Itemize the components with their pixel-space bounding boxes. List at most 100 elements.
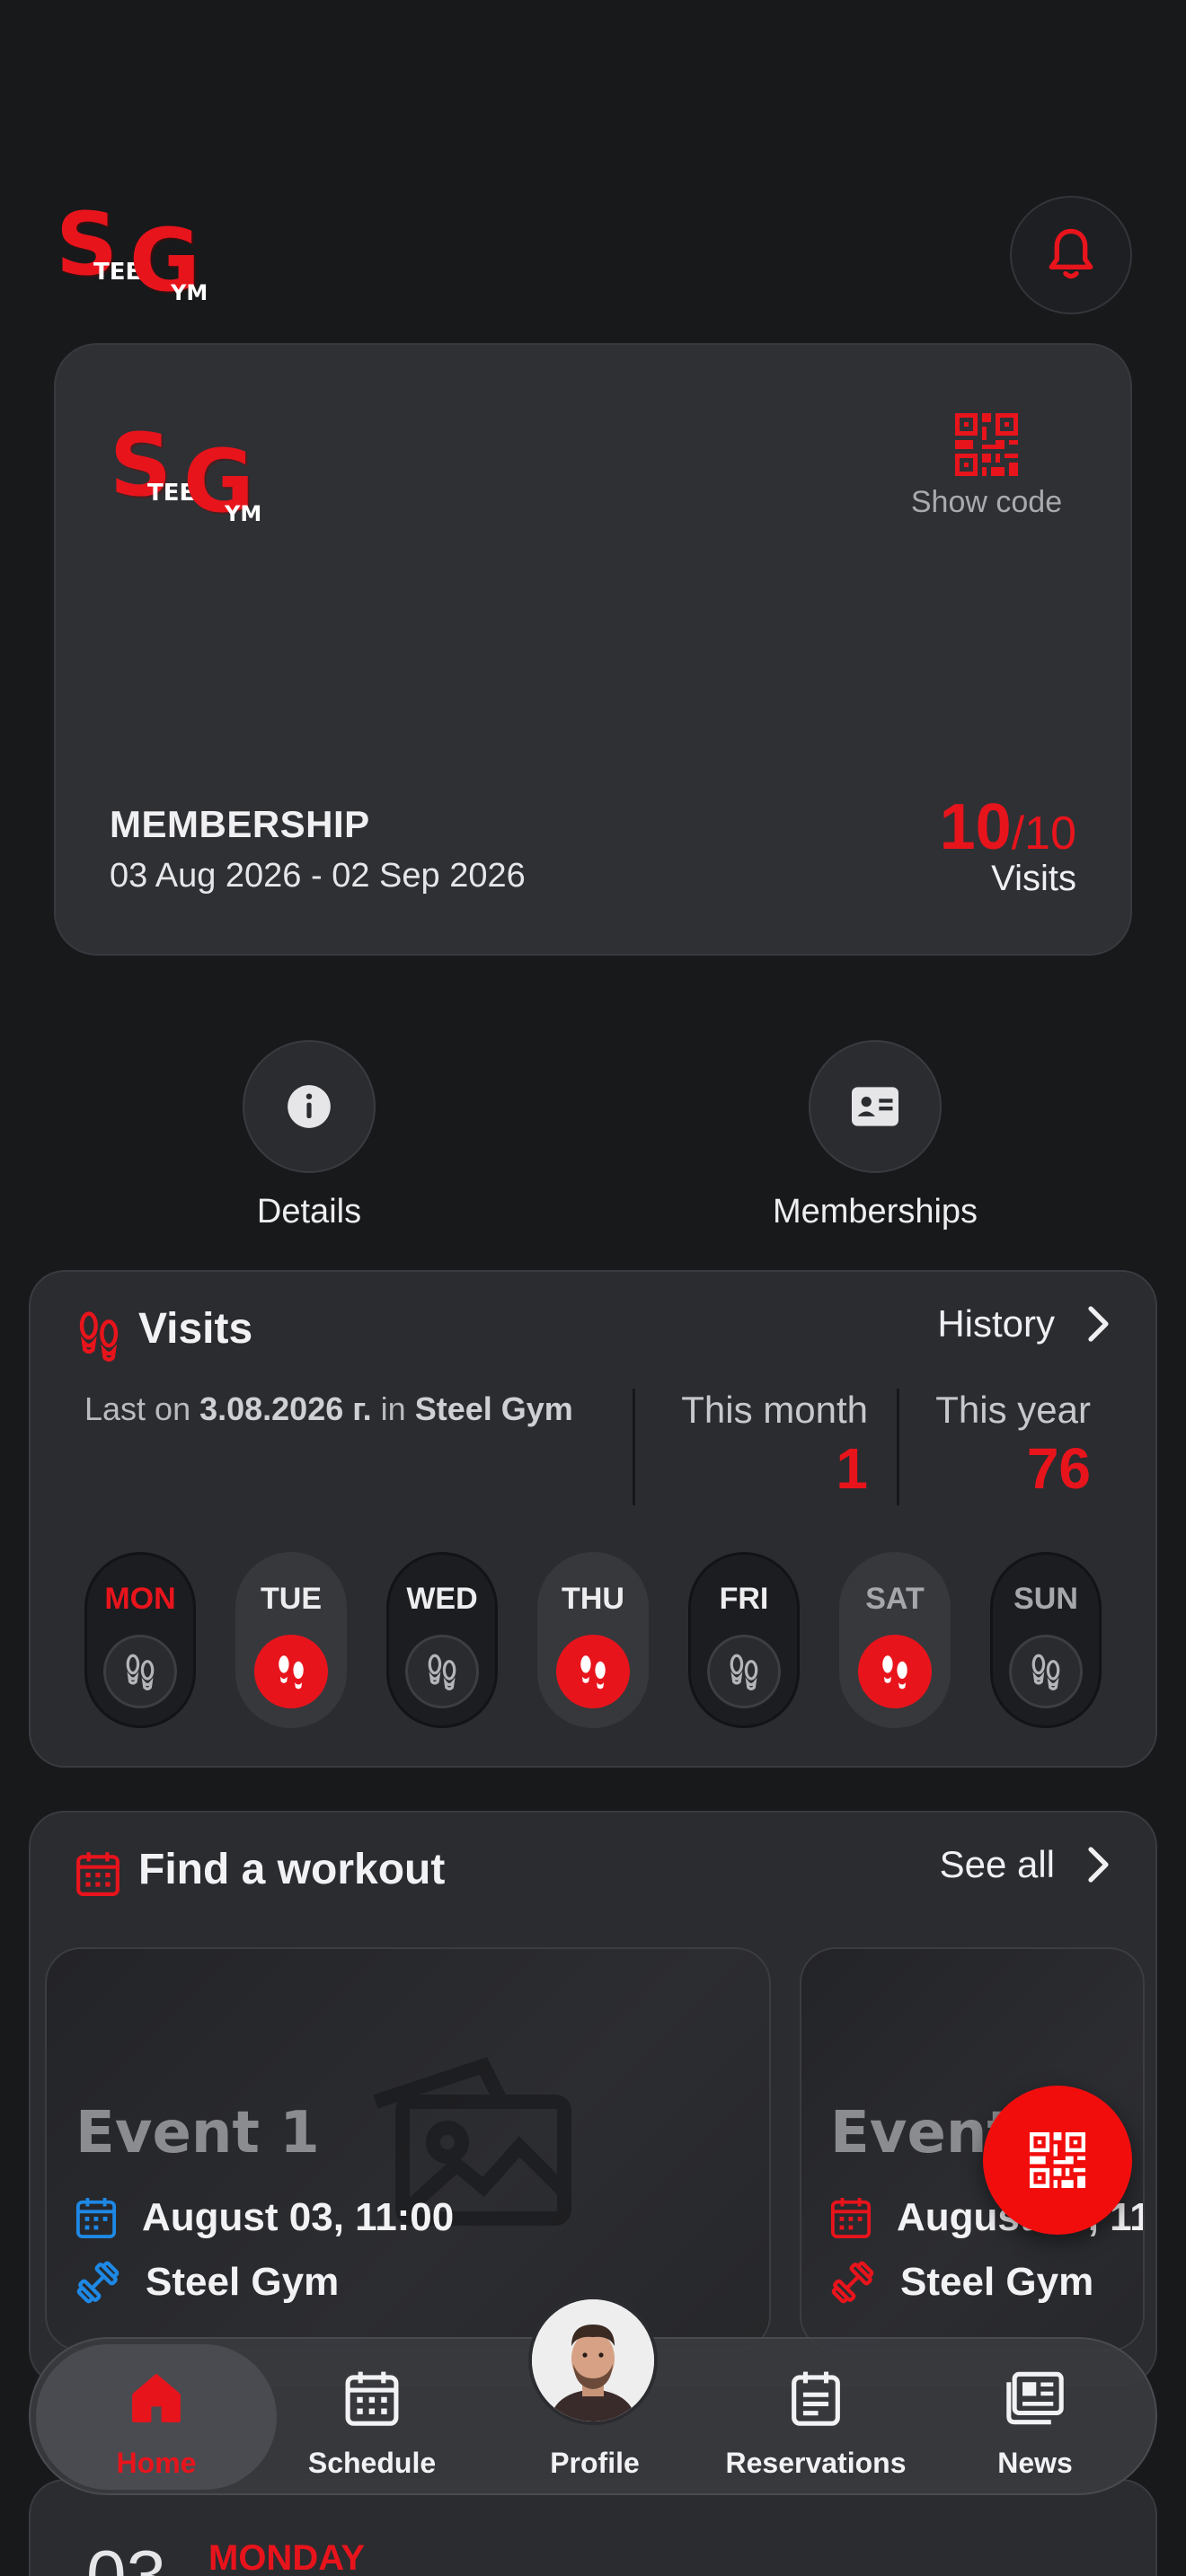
nav-label: Reservations (725, 2447, 907, 2479)
event-location: Steel Gym (830, 2260, 1093, 2305)
calendar-icon (345, 2371, 399, 2426)
visits-label: Visits (991, 859, 1076, 898)
see-all-label: See all (939, 1843, 1055, 1885)
day-label: MON (104, 1582, 176, 1616)
footprints-icon (556, 1635, 630, 1708)
day-tue: TUE (235, 1552, 347, 1728)
event-datetime-text: August 03, 11:00 (142, 2195, 455, 2239)
details-label: Details (256, 1193, 362, 1231)
this-month-label: This month (681, 1389, 868, 1431)
last-on-prefix: Last on (84, 1390, 200, 1427)
scan-qr-fab[interactable] (983, 2086, 1132, 2235)
nav-label: Profile (550, 2447, 640, 2479)
footprints-icon (1009, 1635, 1083, 1708)
nav-news[interactable]: News (931, 2339, 1139, 2497)
calendar-icon (75, 2197, 117, 2238)
event-location-text: Steel Gym (146, 2260, 340, 2304)
bell-icon (1049, 228, 1093, 279)
profile-photo (532, 2299, 654, 2422)
this-month-stat: This month 1 (681, 1389, 868, 1502)
footprints-icon (254, 1635, 328, 1708)
schedule-date: 03 (86, 2536, 166, 2576)
nav-home[interactable]: Home (49, 2339, 264, 2497)
info-icon (288, 1085, 331, 1128)
event-location: Steel Gym (75, 2260, 339, 2305)
day-label: SUN (1013, 1582, 1078, 1616)
dumbbell-icon (76, 2261, 119, 2304)
news-icon (1006, 2371, 1064, 2425)
this-month-value: 1 (836, 1436, 868, 1501)
day-sat: SAT (839, 1552, 951, 1728)
divider (633, 1389, 635, 1505)
day-label: TUE (261, 1582, 322, 1616)
event-location-text: Steel Gym (900, 2260, 1094, 2304)
nav-schedule[interactable]: Schedule (264, 2339, 480, 2497)
qr-code-icon (955, 413, 1018, 476)
memberships-label: Memberships (772, 1193, 978, 1231)
last-visit-info: Last on 3.08.2026 г. in Steel Gym (84, 1389, 588, 1430)
day-wed: WED (386, 1552, 498, 1728)
last-on-in: in (371, 1390, 415, 1427)
id-card-icon (852, 1087, 898, 1126)
footprints-icon (858, 1635, 932, 1708)
last-visit-date: 3.08.2026 г. (199, 1390, 372, 1427)
visits-used: 10 (939, 791, 1012, 863)
avatar[interactable] (528, 2296, 658, 2425)
visits-section: Visits History Last on 3.08.2026 г. in S… (29, 1270, 1157, 1768)
visits-total: /10 (1011, 807, 1076, 860)
day-label: FRI (719, 1582, 769, 1616)
visits-counter: 10/10 Visits (940, 790, 1076, 899)
day-label: THU (562, 1582, 624, 1616)
nav-reservations[interactable]: Reservations (708, 2339, 924, 2497)
calendar-icon (830, 2197, 872, 2238)
visits-title: Visits (138, 1305, 253, 1353)
membership-dates: 03 Aug 2026 - 02 Sep 2026 (110, 857, 526, 895)
schedule-weekday: MONDAY (208, 2538, 366, 2576)
dumbbell-icon (831, 2261, 874, 2304)
footprints-icon (79, 1311, 119, 1362)
show-code-button[interactable]: Show code (897, 413, 1076, 520)
this-year-label: This year (935, 1389, 1091, 1431)
memberships-button[interactable]: Memberships (713, 1040, 1037, 1231)
home-icon (132, 2374, 181, 2422)
footprints-icon (103, 1635, 177, 1708)
nav-label: Schedule (307, 2447, 437, 2479)
see-all-link[interactable]: See all (940, 1843, 1111, 1886)
app-logo: S TEEL G YM (56, 201, 208, 309)
footprints-icon (707, 1635, 781, 1708)
notifications-button[interactable] (1010, 196, 1132, 314)
card-logo: S TEEL G YM (110, 422, 271, 530)
nav-label: News (997, 2447, 1073, 2479)
chevron-right-icon (1088, 1306, 1109, 1342)
event-title: Event 1 (75, 2100, 320, 2166)
chevron-right-icon (1088, 1847, 1109, 1883)
event-card[interactable]: Event 1 August 03, 11:00 Steel Gym (45, 1947, 771, 2351)
qr-code-icon (1030, 2132, 1085, 2188)
divider (897, 1389, 899, 1505)
day-label: WED (406, 1582, 478, 1616)
day-label: SAT (865, 1582, 925, 1616)
day-thu: THU (537, 1552, 649, 1728)
show-code-label: Show code (910, 485, 1063, 519)
day-sun: SUN (990, 1552, 1102, 1728)
this-year-value: 76 (1026, 1436, 1091, 1501)
logo-text-ym: YM (225, 501, 262, 526)
document-icon (792, 2371, 840, 2426)
footprints-icon (405, 1635, 479, 1708)
memberships-circle (809, 1040, 942, 1173)
logo-text-ym: YM (171, 280, 208, 305)
this-year-stat: This year 76 (935, 1389, 1091, 1502)
history-label: History (937, 1302, 1055, 1345)
day-mon: MON (84, 1552, 196, 1728)
membership-card[interactable]: S TEEL G YM Show code MEMBERSHIP 03 Aug … (54, 343, 1132, 956)
details-button[interactable]: Details (147, 1040, 471, 1231)
membership-title: MEMBERSHIP (110, 803, 370, 845)
details-circle (243, 1040, 376, 1173)
workouts-title: Find a workout (138, 1846, 446, 1893)
day-fri: FRI (688, 1552, 800, 1728)
event-datetime: August 03, 11:00 (75, 2195, 454, 2240)
history-link[interactable]: History (937, 1302, 1111, 1345)
nav-label: Home (116, 2447, 197, 2479)
calendar-icon (76, 1852, 119, 1896)
last-visit-place: Steel Gym (414, 1390, 573, 1427)
